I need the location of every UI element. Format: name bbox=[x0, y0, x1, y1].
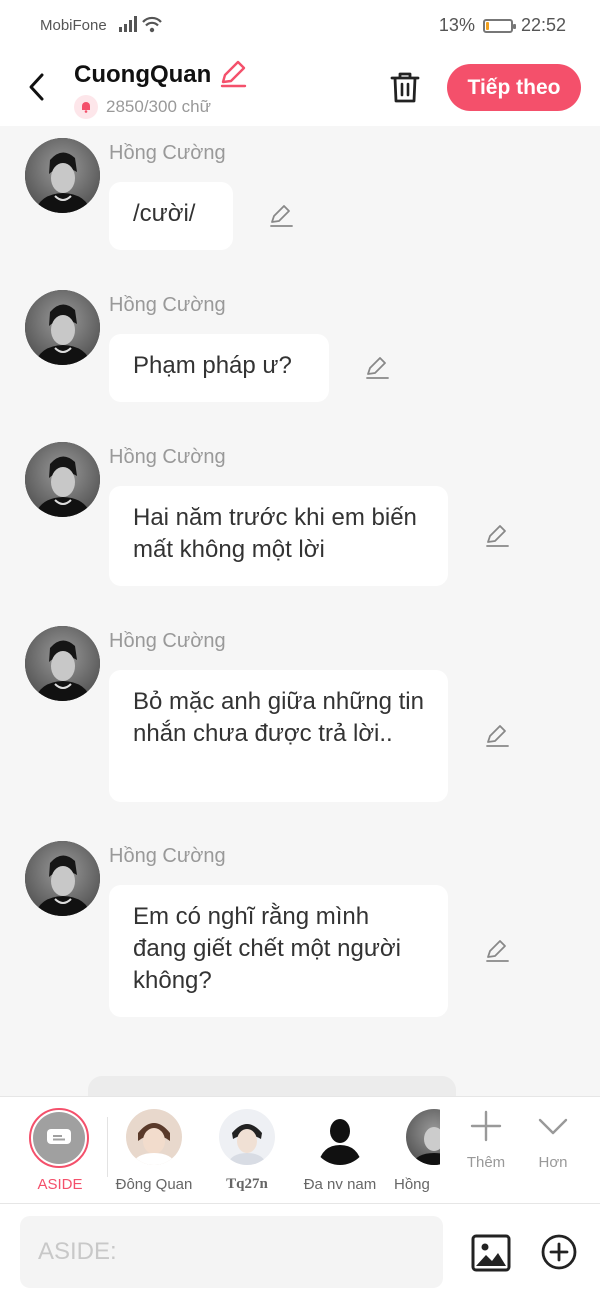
character-label: Hồng bbox=[394, 1176, 430, 1193]
message-bubble[interactable]: /cười/ bbox=[109, 182, 233, 250]
word-count-text: 2850/300 chữ bbox=[106, 97, 211, 116]
add-character-label: Thêm bbox=[466, 1154, 506, 1171]
sender-avatar[interactable] bbox=[25, 442, 100, 517]
pencil-icon bbox=[486, 940, 509, 962]
message-input[interactable] bbox=[20, 1216, 443, 1288]
sender-name: Hồng Cường bbox=[109, 446, 226, 468]
trash-icon bbox=[390, 72, 420, 103]
message-bubble[interactable]: Em có nghĩ rằng mình đang giết chết một … bbox=[109, 885, 448, 1017]
add-content-button[interactable] bbox=[540, 1233, 578, 1271]
message-bubble[interactable]: Bỏ mặc anh giữa những tin nhắn chưa được… bbox=[109, 670, 448, 802]
status-bar: MobiFone 13% 22:52 bbox=[0, 0, 600, 50]
signal-wifi-icon bbox=[117, 14, 165, 39]
clock: 22:52 bbox=[520, 15, 566, 35]
top-header: CuongQuan 2850/300 chữ Tiếp theo bbox=[0, 50, 600, 126]
expand-button[interactable]: Hơn bbox=[523, 1109, 583, 1171]
plus-circle-icon bbox=[541, 1234, 577, 1270]
plus-icon bbox=[470, 1110, 502, 1142]
message-bubble[interactable]: Phạm pháp ư? bbox=[109, 334, 329, 402]
character-label: ASIDE bbox=[37, 1176, 83, 1193]
chat-list[interactable]: Hồng Cường /cười/ Hồng Cường Phạm pháp ư… bbox=[0, 126, 600, 1096]
pencil-icon bbox=[486, 525, 509, 547]
insert-image-button[interactable] bbox=[471, 1233, 511, 1273]
sender-avatar[interactable] bbox=[25, 290, 100, 365]
chevron-down-icon bbox=[538, 1118, 568, 1135]
sender-avatar[interactable] bbox=[25, 841, 100, 916]
character-da-nv-nam[interactable]: Đa nv nam bbox=[300, 1097, 380, 1205]
story-title: CuongQuan bbox=[74, 61, 212, 88]
battery-percent: 13% bbox=[438, 15, 475, 35]
battery-icon bbox=[482, 18, 516, 33]
character-avatar bbox=[312, 1109, 368, 1165]
carrier-name: MobiFone bbox=[40, 17, 107, 34]
image-icon bbox=[471, 1234, 511, 1272]
character-avatar bbox=[219, 1109, 275, 1165]
aside-button[interactable] bbox=[29, 1108, 89, 1168]
chat-bubble-icon bbox=[47, 1129, 71, 1144]
sender-name: Hồng Cường bbox=[109, 294, 226, 316]
edit-message-button[interactable] bbox=[364, 355, 390, 381]
edit-message-button[interactable] bbox=[484, 723, 510, 749]
character-label: Tq27n bbox=[226, 1176, 268, 1192]
pending-message-placeholder bbox=[88, 1076, 456, 1096]
pencil-icon bbox=[220, 60, 247, 88]
sender-avatar[interactable] bbox=[25, 138, 100, 213]
character-hong[interactable]: Hồng bbox=[394, 1097, 440, 1205]
character-bar: ASIDE Đông Quan Tq27n Đa nv nam Hồng Thê… bbox=[0, 1096, 600, 1204]
divider bbox=[107, 1117, 108, 1177]
pencil-icon bbox=[366, 357, 389, 379]
expand-label: Hơn bbox=[538, 1154, 568, 1171]
message-bubble[interactable]: Hai năm trước khi em biến mất không một … bbox=[109, 486, 448, 586]
sender-name: Hồng Cường bbox=[109, 845, 226, 867]
pencil-icon bbox=[486, 725, 509, 747]
word-count: 2850/300 chữ bbox=[74, 95, 211, 119]
sender-name: Hồng Cường bbox=[109, 142, 226, 164]
bell-icon bbox=[74, 95, 98, 119]
input-bar bbox=[0, 1204, 600, 1300]
character-label: Đa nv nam bbox=[303, 1176, 377, 1193]
character-tq27n[interactable]: Tq27n bbox=[207, 1097, 287, 1205]
sender-avatar[interactable] bbox=[25, 626, 100, 701]
edit-message-button[interactable] bbox=[268, 203, 294, 229]
pencil-icon bbox=[270, 205, 293, 227]
character-avatar bbox=[406, 1109, 440, 1165]
character-avatar bbox=[126, 1109, 182, 1165]
chevron-left-icon bbox=[29, 73, 44, 101]
sender-name: Hồng Cường bbox=[109, 630, 226, 652]
add-character-button[interactable]: Thêm bbox=[456, 1109, 516, 1171]
back-button[interactable] bbox=[20, 68, 54, 106]
edit-message-button[interactable] bbox=[484, 523, 510, 549]
edit-title-button[interactable] bbox=[218, 58, 248, 88]
character-dong-quan[interactable]: Đông Quan bbox=[114, 1097, 194, 1205]
delete-button[interactable] bbox=[386, 68, 424, 106]
character-label: Đông Quan bbox=[115, 1176, 193, 1193]
edit-message-button[interactable] bbox=[484, 938, 510, 964]
next-button[interactable]: Tiếp theo bbox=[447, 64, 581, 111]
